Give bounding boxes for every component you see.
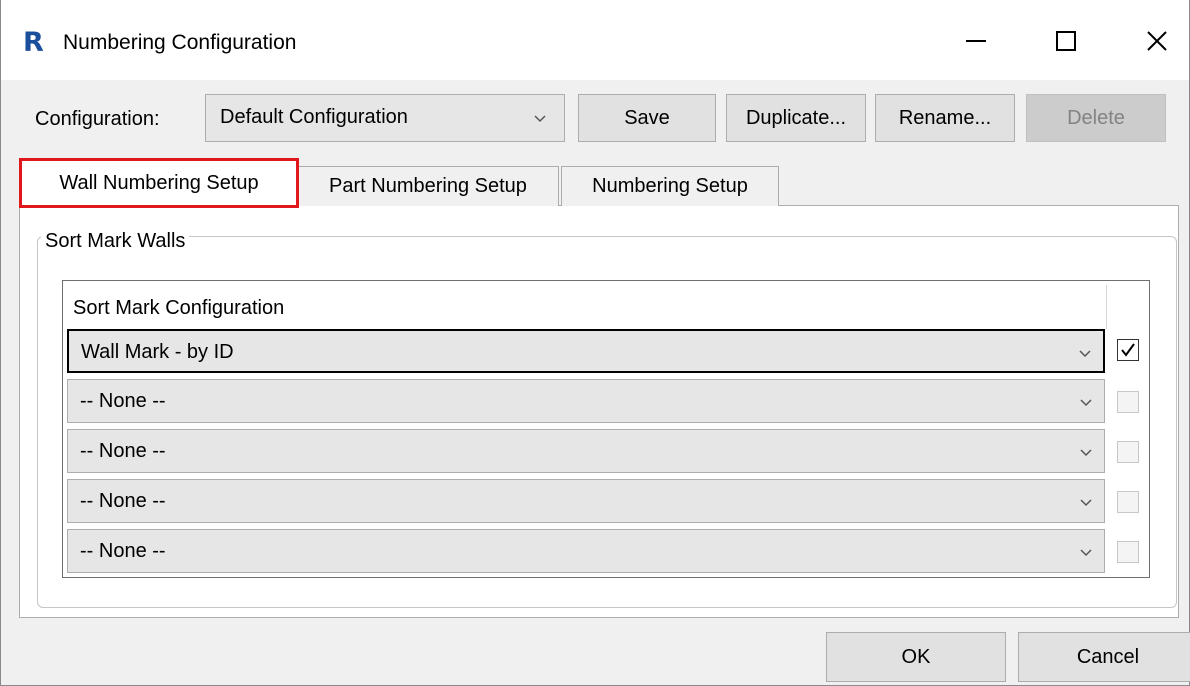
numbering-configuration-window: R Numbering Configuration Configuration:… xyxy=(0,0,1190,686)
duplicate-button[interactable]: Duplicate... xyxy=(726,94,866,142)
chevron-down-icon xyxy=(1080,499,1092,507)
maximize-icon xyxy=(1056,31,1076,51)
tab-numbering-setup[interactable]: Numbering Setup xyxy=(561,166,779,206)
tab-wall-numbering-setup[interactable]: Wall Numbering Setup xyxy=(19,158,299,208)
chevron-down-icon xyxy=(534,115,546,123)
configuration-selected-value: Default Configuration xyxy=(220,106,408,128)
checkmark-icon xyxy=(1121,343,1135,357)
dropdown-value: -- None -- xyxy=(80,390,166,412)
dropdown-value: -- None -- xyxy=(80,490,166,512)
configuration-label: Configuration: xyxy=(35,108,160,130)
revit-logo-icon: R xyxy=(23,27,44,58)
maximize-button[interactable] xyxy=(1038,16,1094,66)
cancel-button[interactable]: Cancel xyxy=(1018,632,1190,682)
save-button[interactable]: Save xyxy=(578,94,716,142)
rename-button[interactable]: Rename... xyxy=(875,94,1015,142)
row-checkbox-1[interactable] xyxy=(1117,339,1139,361)
window-title: Numbering Configuration xyxy=(63,31,297,54)
row-checkbox-2[interactable] xyxy=(1117,391,1139,413)
row-checkbox-4[interactable] xyxy=(1117,491,1139,513)
sort-mark-dropdown-3[interactable]: -- None -- xyxy=(67,429,1105,473)
ok-button[interactable]: OK xyxy=(826,632,1006,682)
minimize-button[interactable] xyxy=(948,16,1004,66)
sort-mark-dropdown-4[interactable]: -- None -- xyxy=(67,479,1105,523)
sort-mark-dropdown-5[interactable]: -- None -- xyxy=(67,529,1105,573)
title-bar[interactable]: R Numbering Configuration xyxy=(1,0,1189,80)
configuration-dropdown[interactable]: Default Configuration xyxy=(205,94,565,142)
minimize-icon xyxy=(966,40,986,42)
chevron-down-icon xyxy=(1080,399,1092,407)
column-header-sort-mark-configuration: Sort Mark Configuration xyxy=(73,297,285,319)
delete-button[interactable]: Delete xyxy=(1026,94,1166,142)
row-checkbox-3[interactable] xyxy=(1117,441,1139,463)
tab-part-numbering-setup[interactable]: Part Numbering Setup xyxy=(297,166,559,206)
chevron-down-icon xyxy=(1079,350,1091,358)
dropdown-value: Wall Mark - by ID xyxy=(81,341,234,363)
sort-mark-dropdown-1[interactable]: Wall Mark - by ID xyxy=(67,329,1105,373)
close-icon xyxy=(1147,31,1167,51)
close-button[interactable] xyxy=(1129,16,1185,66)
grid-header-checkbox-column xyxy=(1108,285,1146,329)
chevron-down-icon xyxy=(1080,449,1092,457)
dropdown-value: -- None -- xyxy=(80,440,166,462)
sort-mark-dropdown-2[interactable]: -- None -- xyxy=(67,379,1105,423)
sort-mark-grid: Sort Mark Configuration Wall Mark - by I… xyxy=(62,280,1150,578)
row-checkbox-5[interactable] xyxy=(1117,541,1139,563)
grid-header: Sort Mark Configuration xyxy=(65,285,1107,329)
group-legend: Sort Mark Walls xyxy=(41,228,190,254)
chevron-down-icon xyxy=(1080,549,1092,557)
dropdown-value: -- None -- xyxy=(80,540,166,562)
